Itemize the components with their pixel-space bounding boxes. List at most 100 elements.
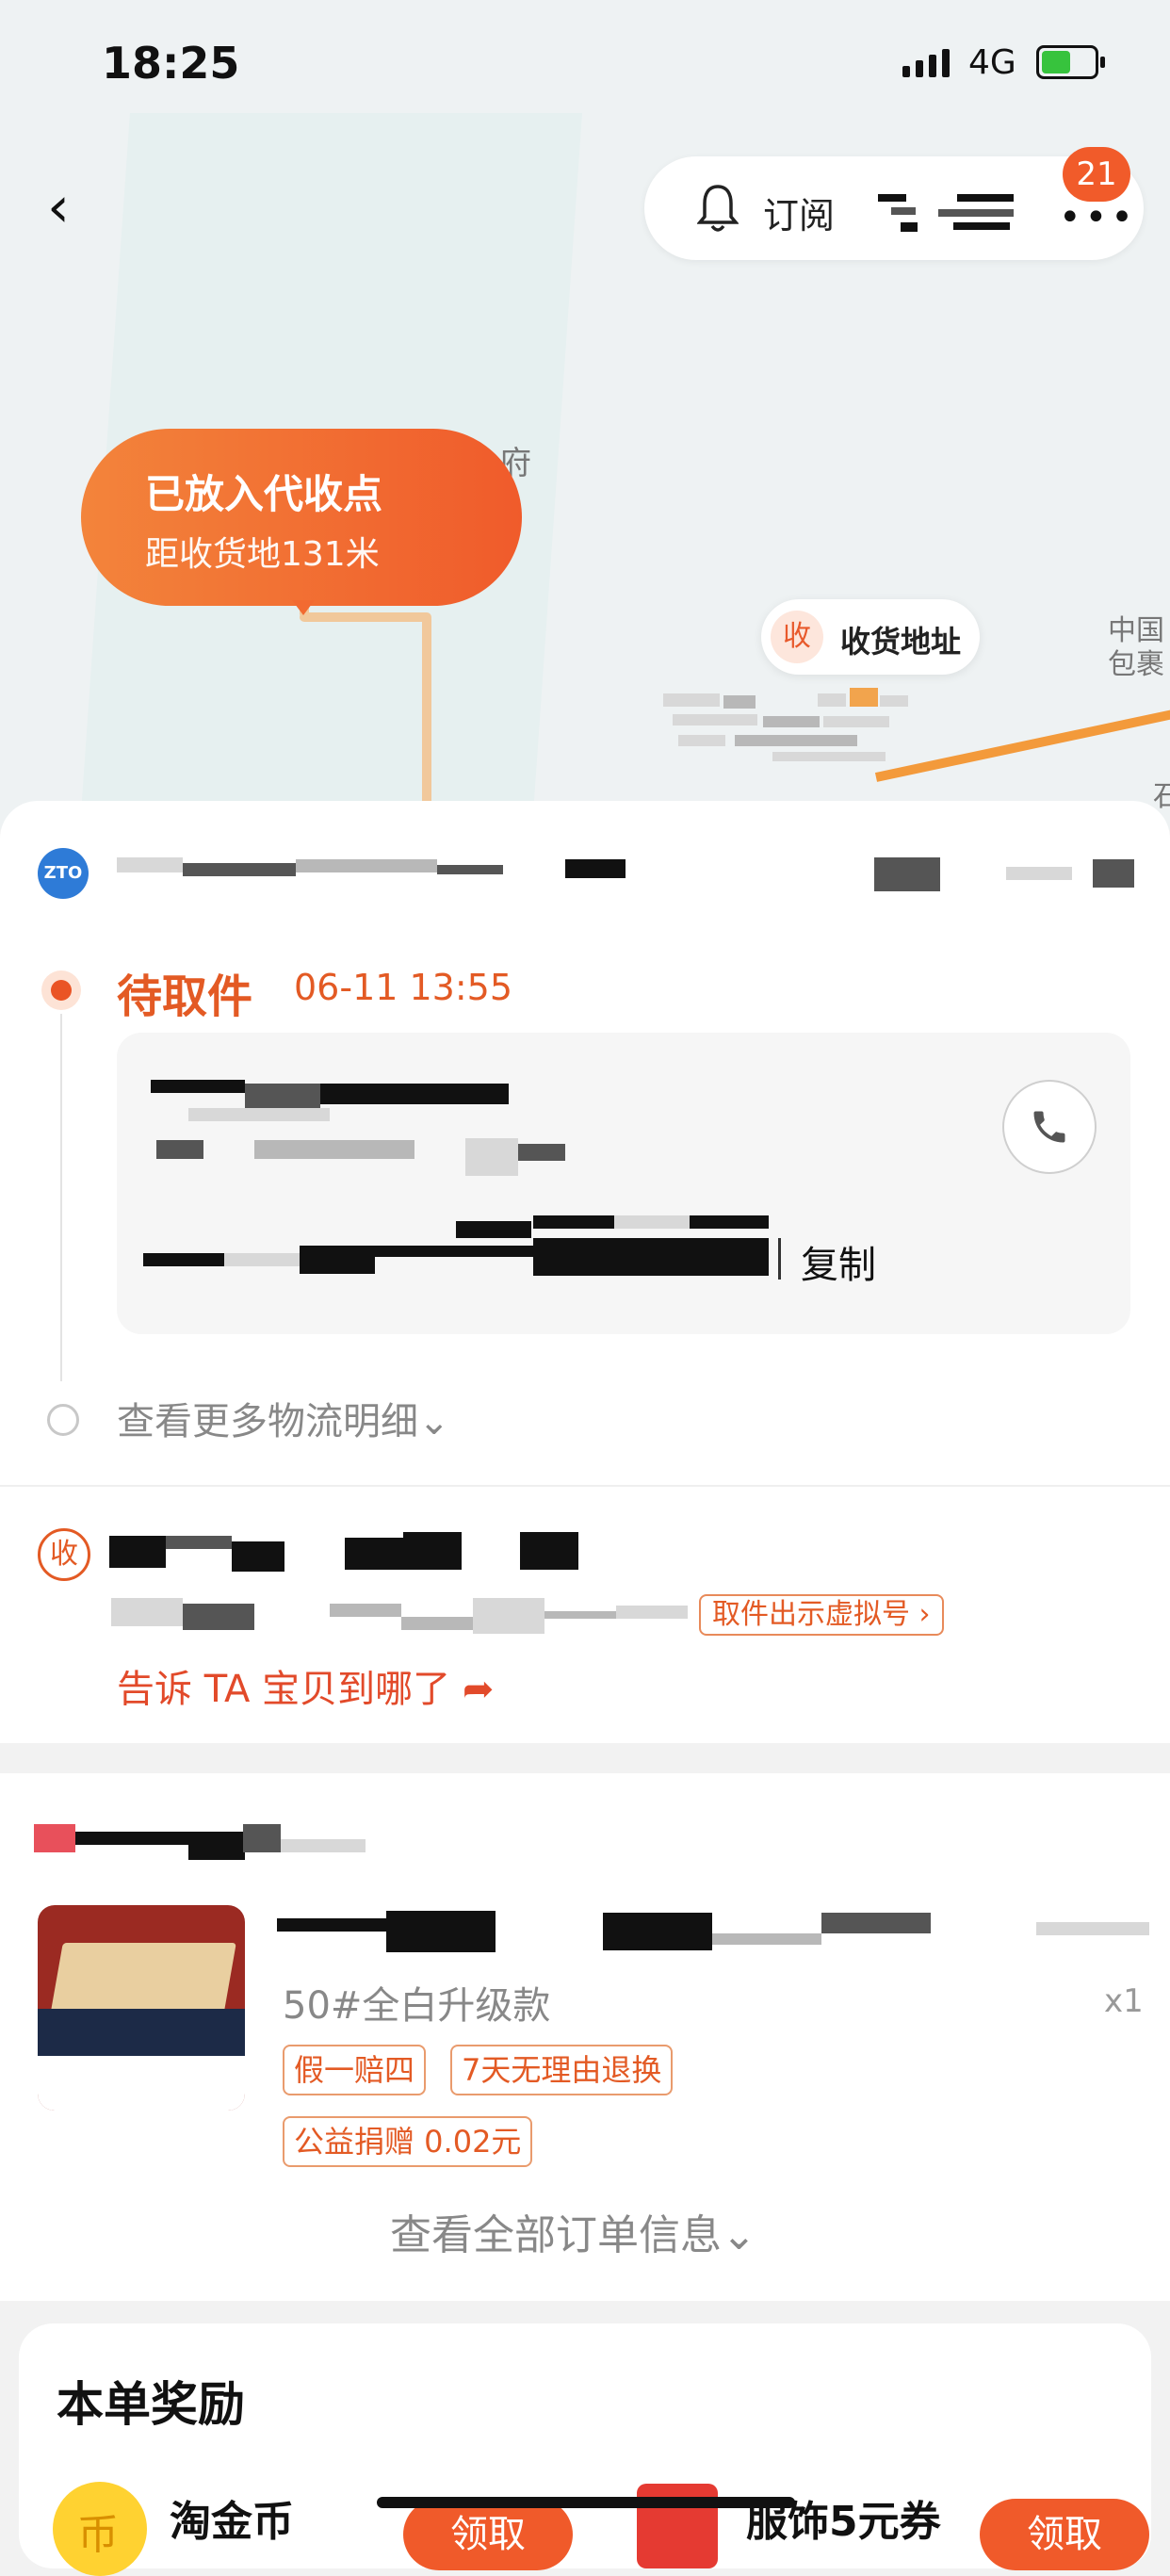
- route-line-orange: [874, 702, 1170, 782]
- redacted-product-title: [821, 1913, 931, 1933]
- bubble-tail: [292, 600, 315, 615]
- redacted-carrier-name: [437, 865, 503, 874]
- redacted-pickup-detail: [151, 1080, 245, 1093]
- delivery-status-bubble[interactable]: 已放入代收点 距收货地131米: [81, 429, 522, 615]
- divider: [0, 1485, 1170, 1487]
- redacted-shop-name: [75, 1832, 188, 1845]
- redacted-carrier-name: [183, 863, 296, 876]
- redacted-receiver-name: [232, 1541, 284, 1572]
- pickup-detail-box: [117, 1033, 1130, 1334]
- home-indicator[interactable]: [377, 2497, 795, 2508]
- timeline-line: [60, 1014, 62, 1381]
- delivery-status: 待取件: [117, 970, 253, 1023]
- redacted-shop-name: [34, 1824, 75, 1852]
- redacted-pickup-detail: [245, 1084, 320, 1110]
- redacted-pickup-detail: [254, 1140, 414, 1159]
- redacted-price: [1036, 1922, 1149, 1935]
- redacted-product-title: [386, 1911, 496, 1952]
- redacted-shop-name: [281, 1839, 366, 1852]
- redacted-receiver-address: [111, 1598, 183, 1626]
- redacted-pickup-code: [533, 1238, 769, 1276]
- redacted-pickup-code: [456, 1221, 531, 1238]
- view-more-logistics-link[interactable]: 查看更多物流明细⌄: [117, 1391, 450, 1445]
- redacted-receiver-address: [544, 1611, 616, 1619]
- copy-button[interactable]: 复制: [801, 1234, 876, 1289]
- route-line: [422, 614, 431, 829]
- map-label-shi: 石: [1153, 780, 1170, 813]
- redacted-receiver-phone: [520, 1532, 578, 1570]
- redacted-icon: [938, 209, 1014, 217]
- delivery-status-time: 06-11 13:55: [294, 967, 513, 1008]
- redacted-carrier-name: [565, 859, 626, 878]
- notification-badge: 21: [1063, 147, 1130, 202]
- more-button[interactable]: •••: [1059, 196, 1137, 239]
- redacted-carrier-name: [296, 859, 437, 872]
- product-thumbnail[interactable]: [38, 1905, 245, 2111]
- redacted-shop-name: [188, 1832, 245, 1860]
- redacted-product-title: [712, 1933, 821, 1945]
- redacted-icon: [891, 207, 916, 215]
- redacted-pickup-code: [224, 1253, 300, 1266]
- route-line: [300, 612, 431, 622]
- redacted-map-label: [818, 693, 846, 707]
- map-view[interactable]: 府 中国 包裹 石 已放入代收点 距收货地131米 收 收货地址: [0, 0, 1170, 829]
- share-delivery-link[interactable]: 告诉 TA 宝贝到哪了 ➦: [117, 1658, 494, 1713]
- product-sku: 50#全白升级款: [283, 1984, 551, 2028]
- back-button[interactable]: ‹: [47, 179, 92, 236]
- redacted-receiver-name: [109, 1536, 166, 1568]
- redacted-tracking-number: [1006, 867, 1072, 880]
- redacted-receiver-address: [616, 1606, 688, 1619]
- redacted-pickup-detail: [188, 1108, 330, 1121]
- bubble-distance: 距收货地131米: [145, 535, 380, 574]
- redacted-pickup-code: [375, 1246, 535, 1257]
- product-quantity: x1: [1104, 1982, 1144, 2020]
- cellular-signal-icon: [902, 49, 950, 77]
- bubble-title: 已放入代收点: [145, 471, 383, 517]
- receiver-pin-icon: 收: [771, 611, 823, 663]
- redacted-product-title: [277, 1918, 386, 1932]
- redacted-map-label: [763, 716, 820, 727]
- service-tag: 7天无理由退换: [450, 2045, 674, 2095]
- redacted-pickup-code: [300, 1246, 375, 1274]
- redacted-pickup-code: [143, 1253, 224, 1266]
- redacted-pickup-code: [614, 1215, 690, 1229]
- service-tag: 假一赔四: [283, 2045, 427, 2095]
- receiver-pin-label: 收货地址: [840, 624, 962, 660]
- bell-icon[interactable]: [697, 183, 739, 234]
- battery-icon: [1036, 45, 1105, 79]
- redacted-receiver-phone: [403, 1532, 462, 1570]
- redacted-receiver-address: [401, 1617, 473, 1630]
- claim-coin-button[interactable]: 领取: [403, 2499, 573, 2570]
- redacted-tracking-number: [1093, 859, 1134, 888]
- redacted-map-label: [823, 716, 889, 727]
- redacted-pickup-detail: [320, 1084, 509, 1104]
- redacted-icon: [901, 222, 918, 232]
- map-label-bao: 包裹: [1108, 648, 1164, 681]
- charity-tag: 公益捐赠 0.02元: [283, 2116, 533, 2167]
- redacted-icon: [953, 222, 1010, 230]
- redacted-map-label: [723, 695, 756, 709]
- phone-icon: [1033, 1111, 1065, 1143]
- claim-coupon-button[interactable]: 领取: [980, 2499, 1149, 2570]
- redacted-map-label: [772, 752, 886, 761]
- rewards-title: 本单奖励: [57, 2377, 245, 2432]
- redacted-map-label: [850, 688, 878, 707]
- subscribe-button[interactable]: 订阅: [763, 187, 835, 238]
- redacted-shop-name: [243, 1824, 281, 1852]
- redacted-receiver-name: [166, 1536, 232, 1549]
- coin-icon: 币: [53, 2482, 147, 2576]
- coin-reward-label: 淘金币: [170, 2498, 294, 2546]
- status-time: 18:25: [102, 38, 240, 89]
- carrier-logo: ZTO: [38, 848, 89, 899]
- timeline-active-dot: [41, 970, 81, 1010]
- redacted-receiver-address: [473, 1598, 544, 1634]
- redacted-map-label: [678, 735, 725, 746]
- receiver-address-pin[interactable]: 收 收货地址: [761, 599, 980, 675]
- divider: [778, 1238, 781, 1280]
- call-phone-button[interactable]: [1002, 1080, 1097, 1174]
- redacted-map-label: [880, 695, 908, 707]
- view-all-order-info-link[interactable]: 查看全部订单信息⌄: [390, 2201, 756, 2261]
- redacted-carrier-name: [117, 857, 183, 872]
- show-virtual-number-button[interactable]: 取件出示虚拟号 ›: [699, 1594, 944, 1636]
- redacted-product-title: [603, 1913, 712, 1950]
